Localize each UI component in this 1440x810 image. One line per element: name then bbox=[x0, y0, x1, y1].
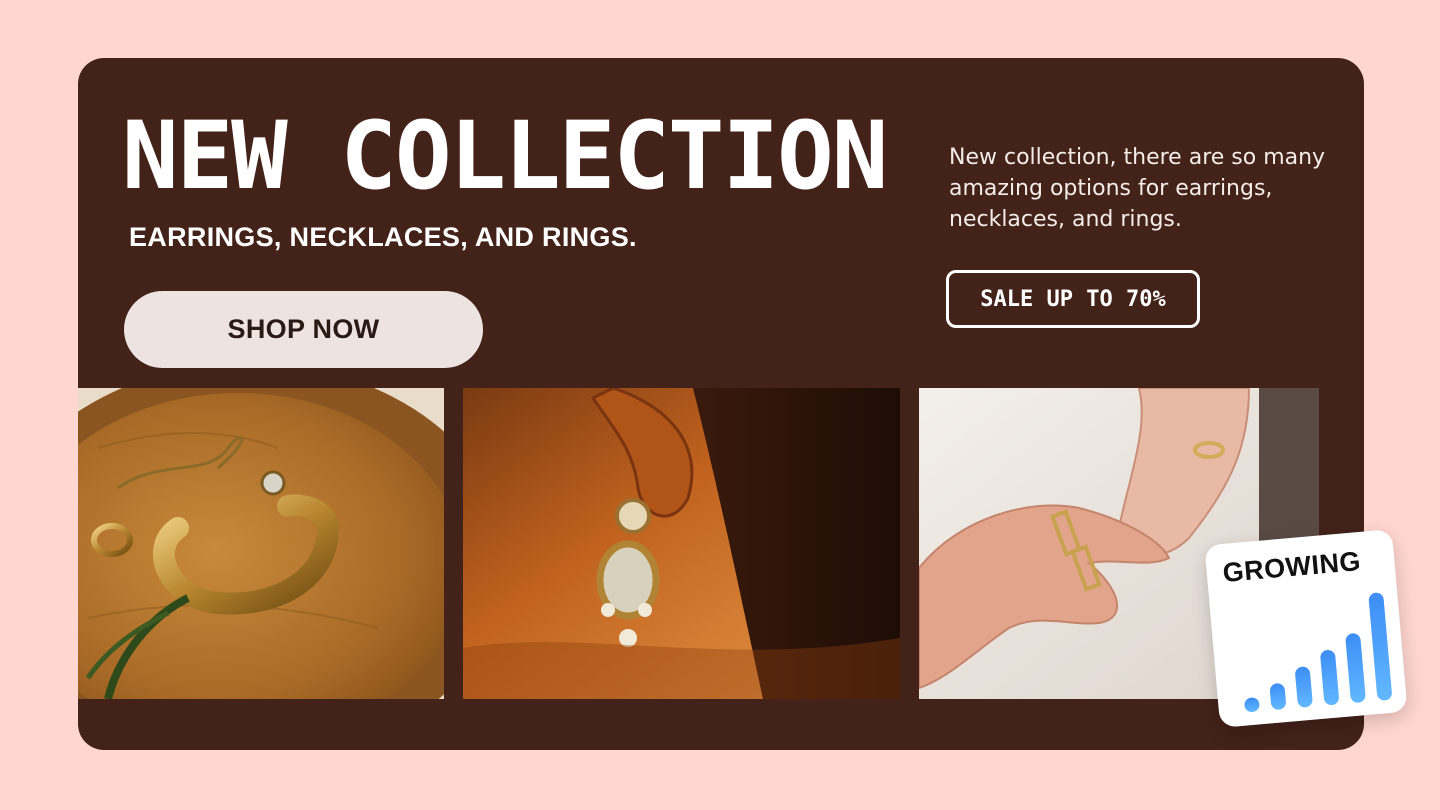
growing-badge: GROWING bbox=[1204, 529, 1408, 728]
banner-title: NEW COLLECTION bbox=[122, 102, 888, 211]
growth-bar bbox=[1368, 592, 1392, 701]
growth-bars-icon bbox=[1244, 592, 1392, 713]
banner-subtitle: EARRINGS, NECKLACES, AND RINGS. bbox=[129, 222, 637, 252]
banner-description: New collection, there are so many amazin… bbox=[949, 145, 1326, 232]
growth-bar bbox=[1345, 633, 1366, 703]
growth-bar bbox=[1269, 683, 1286, 710]
shop-now-button[interactable]: SHOP NOW bbox=[124, 291, 483, 368]
sale-tag: SALE UP TO 70% bbox=[946, 270, 1200, 328]
growth-bar bbox=[1320, 650, 1339, 706]
bracelet-photo bbox=[78, 388, 444, 699]
earring-photo bbox=[463, 388, 900, 699]
growth-bar bbox=[1295, 666, 1313, 708]
growing-label: GROWING bbox=[1221, 546, 1363, 588]
growth-bar bbox=[1244, 697, 1260, 713]
promo-banner: NEW COLLECTION EARRINGS, NECKLACES, AND … bbox=[78, 58, 1364, 750]
